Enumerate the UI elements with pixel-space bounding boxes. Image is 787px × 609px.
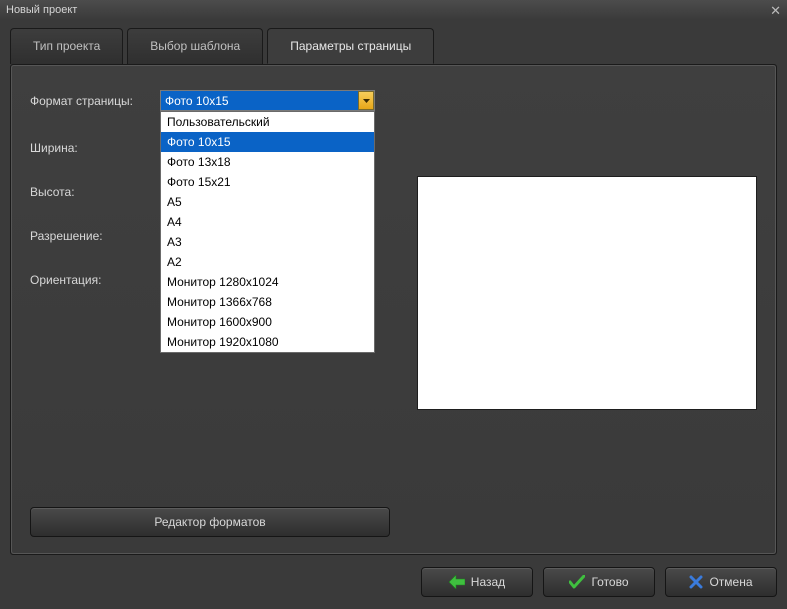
chevron-down-icon [363, 99, 370, 103]
footer: Назад Готово Отмена [0, 561, 787, 609]
tabs: Тип проекта Выбор шаблона Параметры стра… [0, 20, 787, 64]
button-label: Отмена [709, 575, 752, 589]
label-height: Высота: [30, 185, 160, 199]
dropdown-option[interactable]: A4 [161, 212, 374, 232]
arrow-left-icon [449, 575, 465, 589]
tab-label: Выбор шаблона [150, 39, 240, 53]
tab-template[interactable]: Выбор шаблона [127, 28, 263, 64]
button-label: Редактор форматов [154, 515, 265, 529]
done-button[interactable]: Готово [543, 567, 655, 597]
dropdown-option[interactable]: Монитор 1280x1024 [161, 272, 374, 292]
titlebar: Новый проект ✕ [0, 0, 787, 20]
dropdown-option[interactable]: A5 [161, 192, 374, 212]
label-width: Ширина: [30, 141, 160, 155]
label-format: Формат страницы: [30, 94, 160, 108]
cancel-button[interactable]: Отмена [665, 567, 777, 597]
dropdown-option[interactable]: Монитор 1920x1080 [161, 332, 374, 352]
dropdown-option[interactable]: Фото 10x15 [161, 132, 374, 152]
tab-label: Параметры страницы [290, 39, 411, 53]
dropdown-option[interactable]: Фото 13x18 [161, 152, 374, 172]
tab-page-params[interactable]: Параметры страницы [267, 28, 434, 64]
dropdown-option[interactable]: Пользовательский [161, 112, 374, 132]
dropdown-option[interactable]: A3 [161, 232, 374, 252]
window-title: Новый проект [6, 4, 77, 16]
combo-selected-text: Фото 10x15 [165, 94, 229, 108]
close-icon[interactable]: ✕ [770, 4, 781, 17]
content-panel: Формат страницы: Фото 10x15 Пользователь… [10, 64, 777, 555]
tab-label: Тип проекта [33, 39, 100, 53]
dropdown-option[interactable]: Фото 15x21 [161, 172, 374, 192]
page-format-combo[interactable]: Фото 10x15 ПользовательскийФото 10x15Фот… [160, 90, 375, 111]
page-preview [417, 176, 757, 410]
page-format-dropdown[interactable]: ПользовательскийФото 10x15Фото 13x18Фото… [160, 111, 375, 353]
dropdown-option[interactable]: Монитор 1600x900 [161, 312, 374, 332]
x-icon [689, 575, 703, 589]
button-label: Готово [591, 575, 628, 589]
label-orientation: Ориентация: [30, 273, 160, 287]
button-label: Назад [471, 575, 505, 589]
tab-project-type[interactable]: Тип проекта [10, 28, 123, 64]
dialog-window: Новый проект ✕ Тип проекта Выбор шаблона… [0, 0, 787, 609]
format-editor-button[interactable]: Редактор форматов [30, 507, 390, 537]
dropdown-option[interactable]: Монитор 1366x768 [161, 292, 374, 312]
dropdown-option[interactable]: A2 [161, 252, 374, 272]
row-format: Формат страницы: Фото 10x15 Пользователь… [30, 90, 397, 111]
dropdown-toggle-button[interactable] [358, 91, 374, 110]
label-resolution: Разрешение: [30, 229, 160, 243]
check-icon [569, 575, 585, 589]
back-button[interactable]: Назад [421, 567, 533, 597]
